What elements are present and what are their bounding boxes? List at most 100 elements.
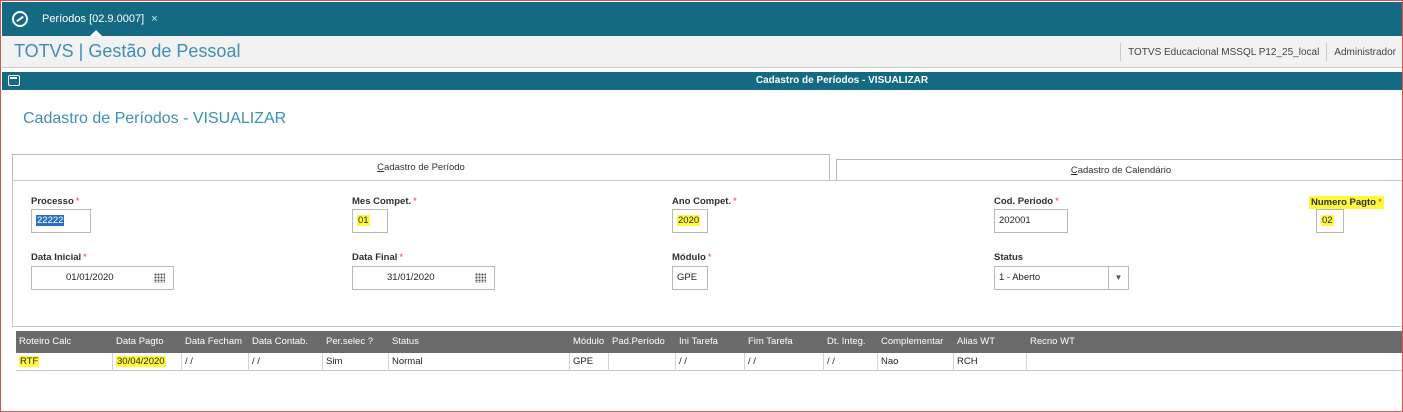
- modulo-field[interactable]: GPE: [672, 266, 708, 290]
- cell-alias-wt[interactable]: RCH: [954, 353, 1027, 371]
- modulo-label: Módulo *: [672, 252, 711, 263]
- divider: [1326, 43, 1328, 61]
- cell-modulo[interactable]: GPE: [570, 353, 609, 371]
- column-header-data-fecham[interactable]: Data Fecham: [182, 331, 249, 353]
- column-header-data-pagto[interactable]: Data Pagto: [113, 331, 182, 353]
- required-mark: *: [399, 252, 404, 263]
- app-header: TOTVS | Gestão de Pessoal TOTVS Educacio…: [2, 36, 1402, 68]
- required-mark: *: [733, 196, 737, 207]
- column-header-pad-periodo[interactable]: Pad.Período: [609, 331, 676, 353]
- required-mark: *: [1377, 197, 1382, 208]
- cell-data-pagto[interactable]: 30/04/2020: [113, 353, 182, 371]
- column-header-complementar[interactable]: Complementar: [878, 331, 954, 353]
- cell-per-selec[interactable]: Sim: [323, 353, 389, 371]
- cell-fim-tarefa[interactable]: / /: [745, 353, 824, 371]
- header-info: TOTVS Educacional MSSQL P12_25_local Adm…: [1113, 36, 1396, 68]
- label-text: Módulo: [672, 252, 706, 263]
- cell-status[interactable]: Normal: [389, 353, 570, 371]
- status-select[interactable]: 1 - Aberto ▼: [994, 266, 1129, 290]
- cell-ini-tarefa[interactable]: / /: [676, 353, 745, 371]
- page-title: Cadastro de Períodos - VISUALIZAR: [23, 110, 287, 127]
- field-value: 1 - Aberto: [999, 272, 1041, 283]
- required-mark: *: [83, 252, 87, 263]
- chevron-down-icon[interactable]: ▼: [1108, 267, 1128, 289]
- field-value: 31/01/2020: [387, 272, 435, 283]
- data-inicial-field[interactable]: 01/01/2020: [31, 266, 174, 290]
- column-header-recno-wt[interactable]: Recno WT: [1027, 331, 1402, 353]
- table-row[interactable]: RTF 30/04/2020 / / / / Sim Normal GPE / / / …: [16, 353, 1402, 371]
- ano-compet-field[interactable]: 2020: [672, 209, 708, 233]
- column-header-alias-wt[interactable]: Alias WT: [954, 331, 1027, 353]
- form-panel: Processo * 22222 Mes Compet. * 01 Ano Comp…: [12, 180, 1402, 327]
- processo-field[interactable]: 22222: [31, 209, 91, 233]
- cell-recno-wt[interactable]: [1027, 353, 1402, 371]
- cell-pad-periodo[interactable]: [609, 353, 676, 371]
- tab-label: Períodos [02.9.0007]: [42, 13, 145, 25]
- label-text: Ano Compet.: [672, 196, 732, 207]
- cod-periodo-label: Cod. Periodo *: [994, 196, 1059, 207]
- data-final-label: Data Final *: [352, 252, 403, 263]
- column-header-ini-tarefa[interactable]: Ini Tarefa: [676, 331, 745, 353]
- column-header-dt-integ[interactable]: Dt. Integ.: [824, 331, 878, 353]
- label-text: Numero Pagto: [1311, 197, 1376, 208]
- cell-data-contab[interactable]: / /: [249, 353, 323, 371]
- cell-data-fecham[interactable]: / /: [182, 353, 249, 371]
- column-header-roteiro-calc[interactable]: Roteiro Calc: [16, 331, 113, 353]
- label-text: Data Final: [352, 252, 398, 263]
- mes-compet-label: Mes Compet. *: [352, 196, 417, 207]
- column-header-fim-tarefa[interactable]: Fim Tarefa: [745, 331, 824, 353]
- tab-bar: Períodos [02.9.0007] ×: [2, 2, 1402, 36]
- tab-accelerator: C: [377, 162, 385, 173]
- tab-accelerator: C: [1070, 165, 1078, 176]
- periods-grid: Roteiro Calc Data Pagto Data Fecham Data Co…: [16, 331, 1402, 411]
- status-label: Status: [994, 252, 1024, 263]
- required-mark: *: [1055, 196, 1059, 207]
- divider: [1120, 43, 1122, 61]
- field-value: 02: [1321, 215, 1334, 226]
- calendar-icon[interactable]: [154, 273, 165, 283]
- field-value: 2020: [677, 215, 701, 226]
- column-header-per-selec[interactable]: Per.selec ?: [323, 331, 389, 353]
- required-mark: *: [75, 196, 80, 207]
- numero-pagto-label: Numero Pagto *: [1309, 196, 1384, 209]
- cell-complementar[interactable]: Nao: [878, 353, 954, 371]
- cell-value: 30/04/2020: [116, 356, 166, 367]
- totvs-logo-icon[interactable]: [12, 11, 28, 27]
- cell-roteiro-calc[interactable]: RTF: [16, 353, 113, 371]
- cod-periodo-field[interactable]: 202001: [994, 209, 1068, 233]
- data-inicial-label: Data Inicial *: [31, 252, 87, 263]
- processo-label: Processo *: [31, 196, 79, 207]
- field-value: 202001: [999, 215, 1031, 226]
- cell-value: RTF: [19, 356, 40, 367]
- field-value: GPE: [677, 272, 698, 283]
- cell-dt-integ[interactable]: / /: [824, 353, 878, 371]
- required-mark: *: [413, 196, 417, 207]
- dialog-title-bar: Cadastro de Períodos - VISUALIZAR: [2, 72, 1402, 90]
- data-final-field[interactable]: 31/01/2020: [352, 266, 495, 290]
- column-header-status[interactable]: Status: [389, 331, 570, 353]
- environment-label[interactable]: TOTVS Educacional MSSQL P12_25_local: [1128, 47, 1319, 58]
- close-icon[interactable]: ×: [151, 13, 157, 25]
- tab-cadastro-calendario[interactable]: Cadastro de Calendário: [836, 159, 1402, 181]
- mes-compet-field[interactable]: 01: [352, 209, 388, 233]
- grid-header: Roteiro Calc Data Pagto Data Fecham Data Co…: [16, 331, 1402, 353]
- dialog-title: Cadastro de Períodos - VISUALIZAR: [755, 75, 929, 86]
- ano-compet-label: Ano Compet. *: [672, 196, 737, 207]
- field-value: 22222: [36, 215, 65, 226]
- tab-label: adastro de Período: [384, 162, 465, 173]
- label-text: Data Inicial: [31, 252, 82, 263]
- label-text: Processo: [31, 196, 74, 207]
- field-value: 01/01/2020: [66, 272, 114, 283]
- tab-cadastro-periodo[interactable]: Cadastro de Período: [12, 154, 830, 180]
- required-mark: *: [707, 252, 712, 263]
- column-header-modulo[interactable]: Módulo: [570, 331, 609, 353]
- column-header-data-contab[interactable]: Data Contab.: [249, 331, 323, 353]
- label-text: Cod. Periodo: [994, 196, 1054, 207]
- app-window: Períodos [02.9.0007] × TOTVS | Gestão de…: [0, 0, 1403, 412]
- tab-label: adastro de Calendário: [1077, 165, 1172, 176]
- numero-pagto-field[interactable]: 02: [1316, 209, 1344, 233]
- app-title: TOTVS | Gestão de Pessoal: [14, 41, 241, 61]
- calendar-icon[interactable]: [475, 273, 486, 283]
- user-label[interactable]: Administrador: [1334, 47, 1396, 58]
- field-value: 01: [357, 215, 370, 226]
